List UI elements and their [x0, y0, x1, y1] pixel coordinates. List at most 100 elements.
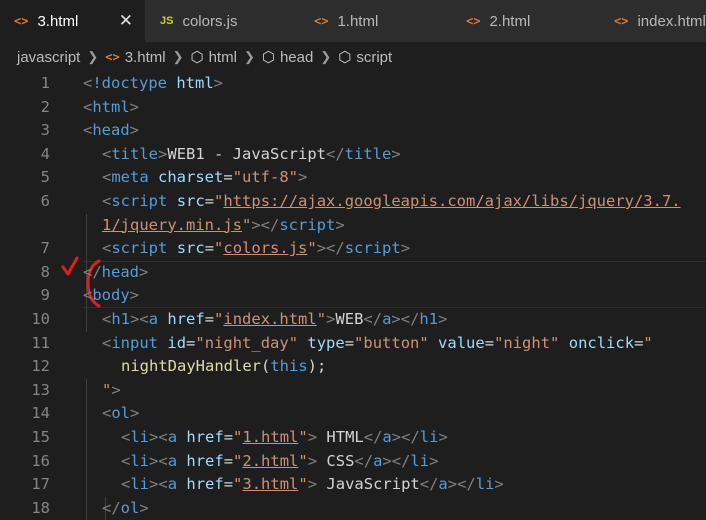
code-token: script: [111, 239, 168, 258]
code-token: ><: [130, 310, 149, 328]
code-token: =: [223, 475, 234, 494]
code-token: a: [167, 428, 178, 446]
code-token: );: [307, 357, 327, 376]
code-line[interactable]: 7 <script src="colors.js"></script>: [0, 237, 706, 261]
html-file-icon: <>: [314, 14, 329, 28]
line-number: 14: [31, 404, 50, 423]
code-token: charset: [158, 168, 224, 187]
tab-3-html[interactable]: <> 3.html ✕: [0, 0, 146, 42]
code-token: href: [186, 428, 224, 446]
code-token: </: [354, 451, 374, 470]
code-token: </: [363, 310, 383, 328]
line-number: 6: [40, 192, 50, 210]
code-token: ></: [316, 239, 345, 258]
code-line[interactable]: 3 <head>: [0, 119, 706, 143]
code-token: <: [83, 286, 93, 305]
html-file-icon: <>: [466, 14, 481, 28]
code-line[interactable]: 1 <!doctype html>: [0, 72, 706, 96]
code-token: href: [186, 451, 224, 470]
code-line[interactable]: 2 <html>: [0, 96, 706, 120]
code-line[interactable]: 9 <body>: [0, 284, 706, 308]
code-line[interactable]: 12 nightDayHandler(this);: [0, 355, 706, 379]
code-token: ": [233, 428, 243, 446]
chevron-right-icon: ❯: [243, 49, 255, 64]
code-text: </ol>: [102, 497, 149, 520]
code-line[interactable]: 17 <li><a href="3.html"> JavaScript</a></…: [0, 473, 706, 497]
breadcrumb-item-3-html[interactable]: 3.html: [125, 49, 166, 66]
code-token: >: [429, 451, 439, 470]
code-line[interactable]: 13 ">: [0, 379, 706, 403]
code-line[interactable]: 5 <meta charset="utf-8">: [0, 166, 706, 190]
code-token: href: [186, 475, 224, 494]
code-token: CSS: [317, 451, 355, 470]
breadcrumb-item-head[interactable]: head: [280, 49, 313, 66]
code-token: ": [214, 239, 224, 258]
code-line[interactable]: 6 <script src="https://ajax.googleapis.co…: [0, 190, 706, 214]
code-token: a: [167, 451, 178, 470]
code-token: >: [139, 498, 149, 517]
code-token: li: [410, 451, 430, 470]
code-token: WEB1 - JavaScript: [167, 144, 326, 163]
html-file-icon: <>: [14, 14, 29, 28]
code-token: >: [130, 404, 140, 423]
line-number: 10: [31, 310, 50, 328]
code-token: JavaScript: [317, 475, 420, 494]
tab-colors-js[interactable]: JS colors.js: [146, 0, 296, 42]
code-text: <ol>: [102, 402, 139, 426]
code-token: >: [129, 121, 140, 140]
breadcrumb-item-html[interactable]: html: [209, 49, 237, 66]
chevron-right-icon: ❯: [87, 49, 99, 64]
code-token: ": [241, 215, 252, 234]
code-token: ": [298, 428, 308, 446]
code-token: ></: [391, 428, 420, 446]
close-icon[interactable]: ✕: [119, 11, 133, 31]
code-line[interactable]: 18 </ol>: [0, 497, 706, 520]
code-line[interactable]: 16 <li><a href="2.html"> CSS</a></li>: [0, 450, 706, 474]
code-token: =: [204, 192, 215, 210]
code-token: html: [92, 97, 130, 116]
breadcrumb-item-javascript[interactable]: javascript: [17, 49, 80, 66]
code-text: <script src="colors.js"></script>: [102, 237, 410, 261]
code-token: head: [101, 262, 139, 281]
code-line[interactable]: 11 <input id="night_day" type="button" va…: [0, 332, 706, 356]
code-token: >: [213, 74, 224, 92]
code-token: src: [176, 239, 205, 258]
code-token: ": [214, 192, 224, 210]
tab-index-html[interactable]: <> index.html: [596, 0, 706, 42]
code-token: input: [111, 333, 159, 352]
code-token: id: [167, 333, 187, 352]
code-line[interactable]: 8 </head>: [0, 261, 706, 285]
chevron-right-icon: ❯: [172, 49, 184, 64]
code-token: =: [344, 333, 355, 352]
code-text: <input id="night_day" type="button" valu…: [102, 332, 653, 356]
code-token: >: [139, 262, 149, 281]
code-token: ></: [251, 215, 280, 234]
code-line[interactable]: 15 <li><a href="1.html"> HTML</a></li>: [0, 426, 706, 450]
breadcrumb-item-script[interactable]: script: [356, 49, 392, 66]
code-line[interactable]: 4 <title>WEB1 - JavaScript</title>: [0, 143, 706, 167]
code-token: ol: [120, 498, 140, 517]
code-line[interactable]: 10 <h1><a href="index.html">WEB</a></h1>: [0, 308, 706, 332]
code-token: <: [121, 451, 131, 470]
code-text: <li><a href="3.html"> JavaScript</a></li…: [121, 473, 504, 497]
code-token: ": [298, 475, 308, 494]
code-token: =: [204, 310, 215, 328]
code-line[interactable]: 1/jquery.min.js"></script>: [0, 214, 706, 238]
code-editor[interactable]: 1 <!doctype html> 2 <html> 3 <head> 4 <title>WE…: [0, 72, 706, 520]
tab-2-html[interactable]: <> 2.html: [446, 0, 596, 42]
code-token: ": [316, 310, 327, 328]
line-number: 16: [31, 451, 50, 470]
tab-label: 2.html: [489, 12, 531, 30]
code-token: </: [363, 428, 383, 446]
code-line[interactable]: 14 <ol>: [0, 402, 706, 426]
tab-1-html[interactable]: <> 1.html: [296, 0, 446, 42]
line-number: 3: [40, 121, 50, 140]
code-token: >: [438, 310, 448, 328]
line-number: 9: [40, 286, 50, 305]
code-token: a: [148, 310, 159, 328]
code-token: >: [438, 428, 448, 446]
